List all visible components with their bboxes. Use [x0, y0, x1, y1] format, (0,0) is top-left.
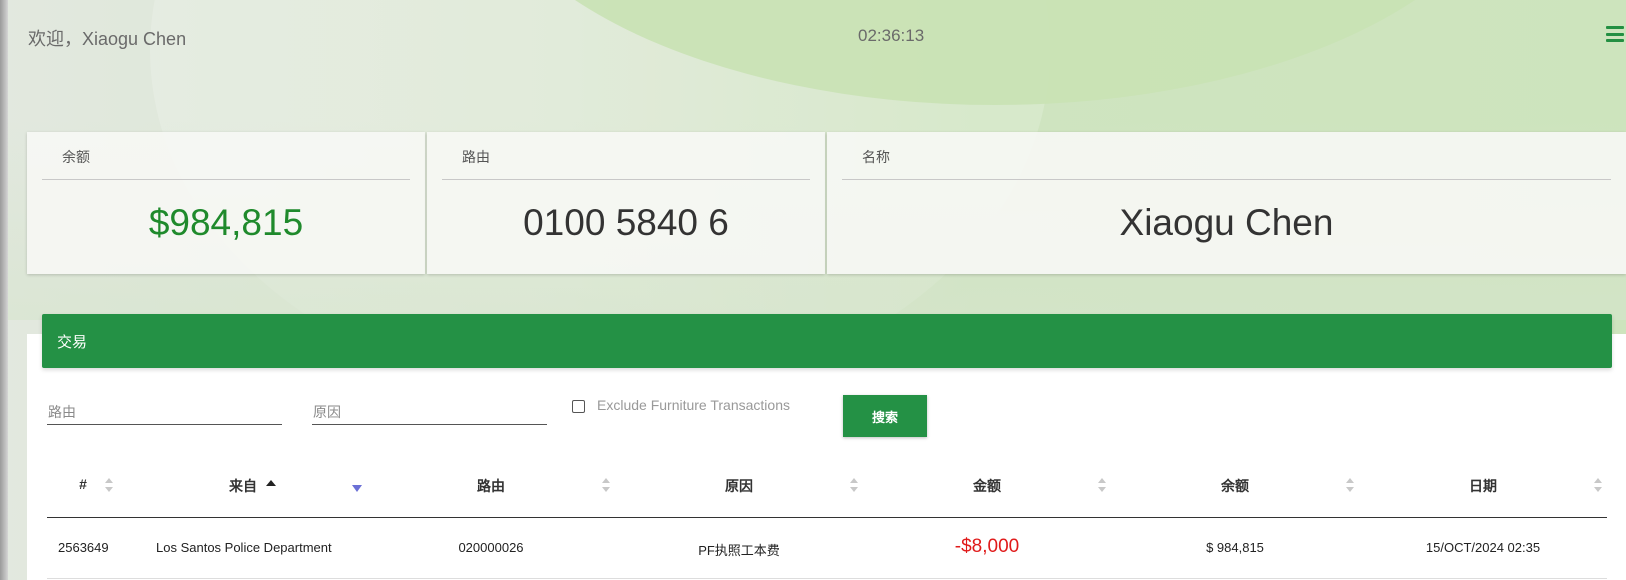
reason-filter-input[interactable]: [312, 395, 547, 425]
divider: [842, 179, 1611, 180]
sort-icon[interactable]: [1098, 478, 1106, 492]
routing-filter-input[interactable]: [47, 395, 282, 425]
divider: [42, 179, 410, 180]
exclude-furniture-label: Exclude Furniture Transactions: [597, 397, 790, 413]
sort-ascending-icon[interactable]: [266, 480, 276, 486]
balance-card: 余额 $984,815: [27, 132, 425, 274]
divider: [442, 179, 810, 180]
column-header-balance[interactable]: 余额: [1210, 476, 1260, 496]
sort-icon[interactable]: [105, 478, 113, 492]
column-header-number[interactable]: #: [74, 476, 92, 492]
cell-balance: $ 984,815: [1206, 540, 1264, 555]
balance-label: 余额: [62, 149, 90, 165]
sort-icon[interactable]: [850, 478, 858, 492]
routing-label: 路由: [462, 149, 490, 165]
balance-value: $984,815: [148, 202, 304, 243]
sort-icon[interactable]: [1346, 478, 1354, 492]
column-header-reason[interactable]: 原因: [714, 476, 764, 496]
transactions-title: 交易: [57, 334, 88, 351]
table-row-divider: [47, 578, 1607, 579]
cell-routing: 020000026: [458, 540, 524, 555]
cell-reason: PF执照工本费: [698, 543, 780, 558]
clock: 02:36:13: [858, 26, 925, 45]
sort-descending-icon[interactable]: [352, 485, 362, 492]
name-card: 名称 Xiaogu Chen: [827, 132, 1626, 274]
hamburger-menu-icon[interactable]: [1606, 26, 1624, 42]
name-value: Xiaogu Chen: [1119, 202, 1334, 243]
table-header-divider: [47, 517, 1607, 518]
welcome-text: 欢迎，Xiaogu Chen: [28, 29, 187, 49]
routing-value: 0100 5840 6: [523, 202, 729, 243]
search-button[interactable]: 搜索: [843, 395, 927, 437]
transactions-header: 交易: [42, 314, 1612, 368]
name-label: 名称: [862, 149, 890, 165]
exclude-furniture-checkbox[interactable]: [572, 400, 585, 413]
sort-icon[interactable]: [602, 478, 610, 492]
routing-card: 路由 0100 5840 6: [427, 132, 825, 274]
sort-icon[interactable]: [1594, 478, 1602, 492]
column-header-date[interactable]: 日期: [1458, 476, 1508, 496]
cell-amount: -$8,000: [954, 536, 1020, 557]
column-header-routing[interactable]: 路由: [466, 476, 516, 496]
cell-id: 2563649: [58, 540, 109, 555]
cell-from: Los Santos Police Department: [156, 540, 332, 555]
window-edge: [0, 0, 8, 580]
cell-date: 15/OCT/2024 02:35: [1425, 540, 1541, 555]
column-header-from[interactable]: 来自: [218, 476, 268, 496]
column-header-amount[interactable]: 金额: [962, 476, 1012, 496]
